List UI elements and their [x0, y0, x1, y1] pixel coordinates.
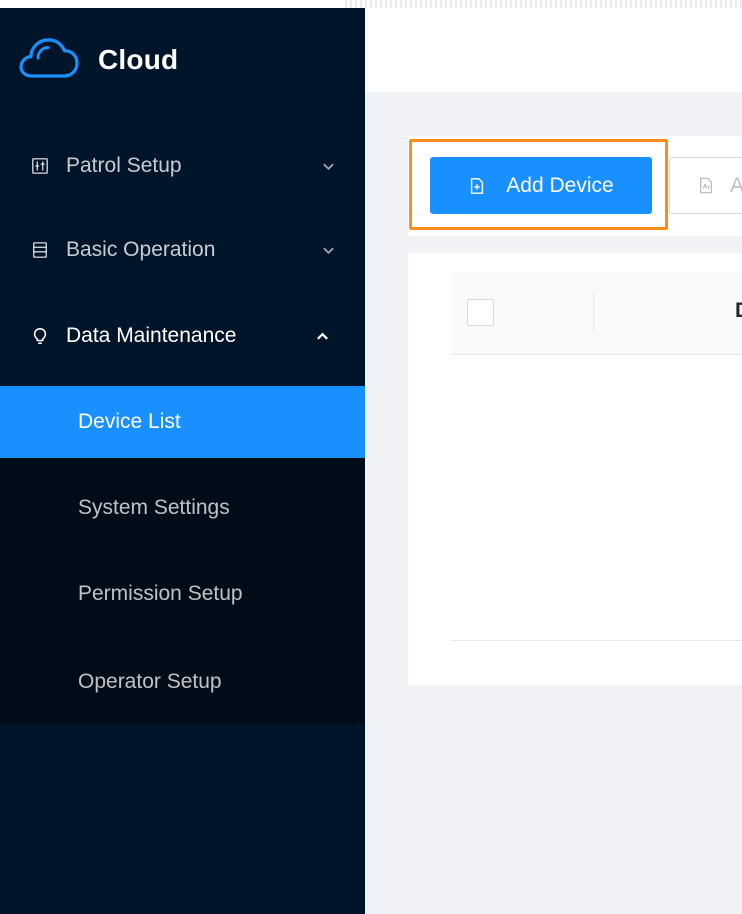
menu-label: Basic Operation	[66, 238, 216, 261]
column-divider	[593, 292, 594, 332]
chevron-down-icon	[321, 159, 335, 173]
top-header	[365, 8, 742, 92]
app-name: Cloud	[98, 44, 179, 75]
cloud-icon	[18, 36, 80, 85]
submenu-label: System Settings	[78, 496, 230, 519]
chevron-up-icon	[315, 329, 329, 343]
submenu-item-permission-setup[interactable]: Permission Setup	[0, 558, 365, 630]
file-add-icon	[468, 176, 488, 196]
secondary-action-label: A	[730, 174, 742, 198]
lightbulb-icon	[30, 326, 50, 346]
basic-operation-icon	[30, 240, 50, 260]
menu-label: Patrol Setup	[66, 154, 182, 177]
file-icon	[698, 176, 716, 196]
chevron-down-icon	[321, 243, 335, 257]
add-device-label: Add Device	[506, 173, 614, 197]
app-logo[interactable]: Cloud	[0, 8, 365, 112]
submenu-item-operator-setup[interactable]: Operator Setup	[0, 646, 365, 718]
menu-patrol-setup[interactable]: Patrol Setup	[0, 130, 365, 202]
sidebar: Cloud Patrol Setup Basic Operation Data …	[0, 8, 365, 914]
add-device-button[interactable]: Add Device	[430, 157, 652, 214]
submenu-label: Device List	[78, 410, 181, 433]
table-header-row	[451, 272, 742, 355]
submenu-item-system-settings[interactable]: System Settings	[0, 472, 365, 544]
submenu-label: Operator Setup	[78, 670, 222, 693]
column-header[interactable]: D	[735, 299, 742, 323]
menu-label: Data Maintenance	[66, 324, 237, 347]
menu-data-maintenance[interactable]: Data Maintenance	[0, 300, 365, 372]
patrol-setup-icon	[30, 156, 50, 176]
secondary-action-button[interactable]: A	[669, 157, 742, 214]
submenu-item-device-list[interactable]: Device List	[0, 386, 365, 458]
select-all-checkbox[interactable]	[467, 299, 494, 326]
table-divider	[451, 640, 742, 641]
menu-basic-operation[interactable]: Basic Operation	[0, 214, 365, 286]
data-maintenance-submenu: Device List System Settings Permission S…	[0, 386, 365, 724]
top-edge-artifact	[345, 0, 742, 8]
submenu-label: Permission Setup	[78, 582, 243, 605]
